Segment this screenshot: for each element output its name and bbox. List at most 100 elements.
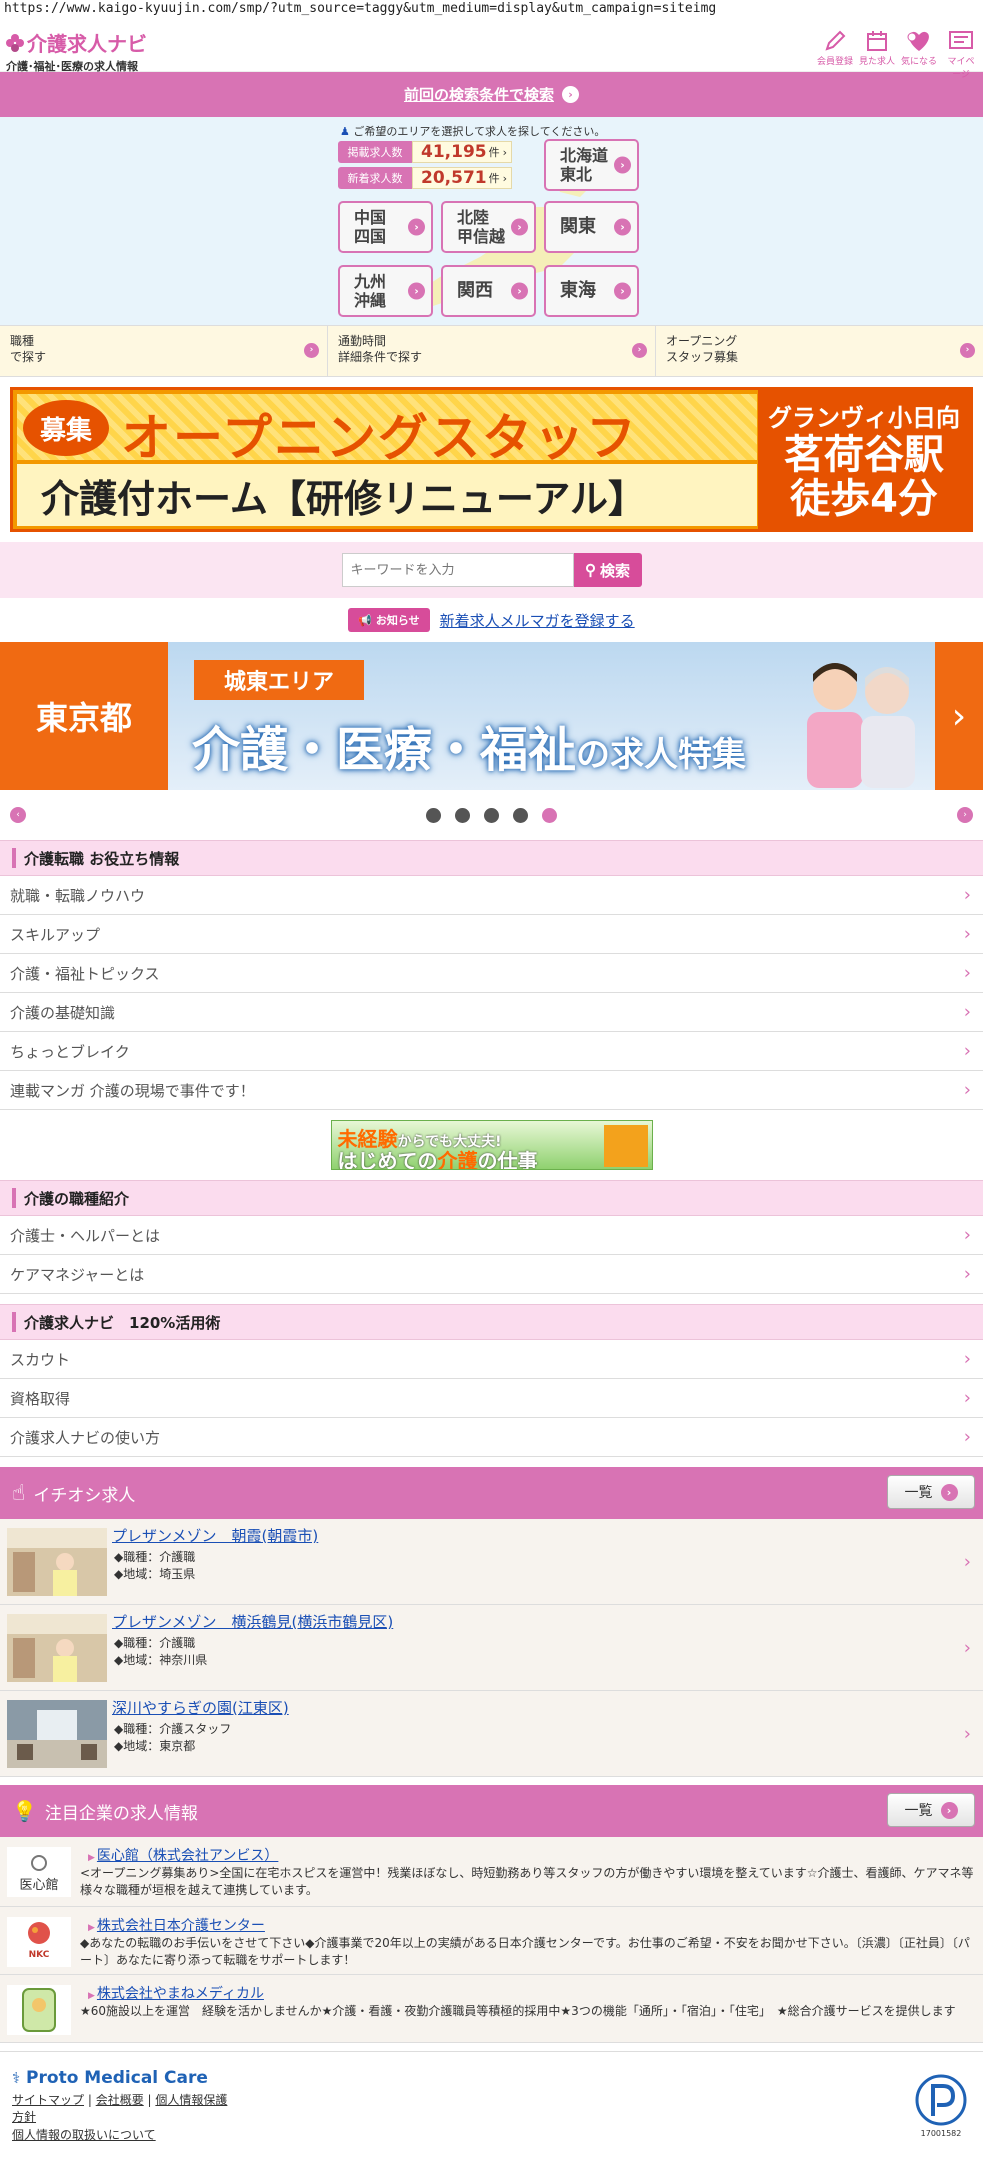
pointing-hand-icon: ☝: [12, 1480, 26, 1506]
arrow-right-icon: ›: [614, 218, 631, 236]
company-item[interactable]: NKC 株式会社日本介護センター ◆あなたの転職のお手伝いをさせて下さい◆介護事…: [0, 1907, 983, 1975]
new-jobs-value: 20,571: [421, 168, 487, 188]
companies-list-button[interactable]: 一覧 ›: [887, 1793, 975, 1827]
newsletter-link[interactable]: 新着求人メルマガを登録する: [440, 610, 635, 631]
register-label: 会員登録: [817, 57, 854, 67]
privacy-mark-icon: 17001582: [915, 2074, 967, 2138]
banner-title-suffix: の求人特集: [576, 735, 747, 775]
pmark-code: 17001582: [921, 2129, 962, 2138]
personal-info-link[interactable]: 個人情報の取扱いについて: [12, 2128, 156, 2142]
list-item[interactable]: 介護・福祉トピックス ›: [0, 954, 983, 993]
arrow-right-icon: ›: [304, 343, 319, 358]
footer-links: サイトマップ | 会社概要 | 個人情報保護 方針 個人情報の取扱いについて: [12, 2093, 228, 2142]
total-jobs-label: 掲載求人数: [338, 141, 412, 163]
site-logo[interactable]: 介護求人ナビ 介護･福祉･医療の求人情報: [6, 28, 147, 74]
carousel-dot[interactable]: [513, 807, 528, 823]
caregivers-photo: [807, 663, 915, 788]
arrow-right-icon: ›: [614, 156, 631, 174]
arrow-right-icon: ›: [940, 1483, 958, 1501]
carousel-dot[interactable]: [426, 807, 441, 823]
facility-photo: [7, 1528, 107, 1596]
chevron-right-icon: ›: [963, 1079, 971, 1101]
list-item-label: ちょっとブレイク: [10, 1042, 130, 1061]
company-info-link[interactable]: 会社概要: [96, 2093, 144, 2107]
company-item[interactable]: 株式会社やまねメディカル ★60施設以上を運営 経験を活かしませんか★介護・看護…: [0, 1975, 983, 2043]
company-name-link[interactable]: 株式会社やまねメディカル: [88, 1983, 975, 2003]
arrow-right-icon: ›: [562, 86, 579, 103]
register-button[interactable]: 会員登録: [817, 28, 853, 80]
region-label: 九州 沖縄: [354, 271, 387, 310]
job-title-link[interactable]: 深川やすらぎの園(江東区): [112, 1697, 289, 1718]
viewed-jobs-button[interactable]: 見た求人: [859, 28, 895, 80]
job-item[interactable]: プレザンメゾン 朝霞(朝霞市) ◆職種：介護職 ◆地域：埼玉県 ›: [0, 1519, 983, 1605]
previous-search-label: 前回の検索条件で検索: [403, 86, 554, 104]
search-button[interactable]: ⚲ 検索: [573, 553, 642, 587]
keyword-input[interactable]: [341, 553, 574, 587]
banner-next-arrow[interactable]: ›: [935, 642, 983, 790]
region-chugoku-shikoku[interactable]: 中国 四国 ›: [338, 201, 433, 253]
list-item[interactable]: 介護士・ヘルパーとは ›: [0, 1216, 983, 1255]
total-jobs-count: 掲載求人数 41,195 件 ›: [338, 141, 512, 163]
featured-companies-header: 💡 注目企業の求人情報 一覧 ›: [0, 1785, 983, 1837]
company-name-link[interactable]: 医心館（株式会社アンビス）: [88, 1845, 975, 1865]
map-hint: ♟ ご希望のエリアを選択して求人を探してください。: [340, 123, 605, 139]
carousel-prev-button[interactable]: ‹: [10, 807, 26, 823]
search-icon: ⚲: [584, 562, 596, 579]
search-by-job-type[interactable]: 職種 で探す ›: [0, 326, 328, 376]
favorites-button[interactable]: 気になる: [901, 28, 937, 80]
region-kansai[interactable]: 関西 ›: [441, 265, 536, 317]
list-item-label: 介護の基礎知識: [10, 1003, 116, 1022]
tokyo-feature-banner[interactable]: 東京都 城東エリア 介護・医療・福祉の求人特集 ›: [0, 642, 983, 790]
opening-staff-recruit[interactable]: オープニング スタッフ募集 ›: [656, 326, 983, 376]
arrow-right-icon: ›: [960, 343, 975, 358]
news-badge: 📢 お知らせ: [348, 608, 430, 632]
total-jobs-unit: 件: [488, 146, 500, 159]
privacy-policy-link[interactable]: 個人情報保護: [155, 2093, 227, 2107]
subnav-label: 通勤時間 詳細条件で探す: [338, 334, 423, 364]
region-kyushu-okinawa[interactable]: 九州 沖縄 ›: [338, 265, 433, 317]
carousel-dot[interactable]: [455, 807, 470, 823]
total-jobs-value: 41,195: [421, 142, 487, 162]
job-item[interactable]: プレザンメゾン 横浜鶴見(横浜市鶴見区) ◆職種：介護職 ◆地域：神奈川県 ›: [0, 1605, 983, 1691]
sub-navigation: 職種 で探す › 通勤時間 詳細条件で探す › オープニング スタッフ募集 ›: [0, 325, 983, 377]
list-item[interactable]: スカウト ›: [0, 1340, 983, 1379]
list-item[interactable]: 連載マンガ 介護の現場で事件です！ ›: [0, 1071, 983, 1110]
region-tokai[interactable]: 東海 ›: [544, 265, 639, 317]
sitemap-link[interactable]: サイトマップ: [12, 2093, 84, 2107]
arrow-right-icon: ›: [408, 218, 425, 236]
list-item[interactable]: スキルアップ ›: [0, 915, 983, 954]
company-item[interactable]: 医心館 医心館（株式会社アンビス） <オープニング募集あり>全国に在宅ホスピスを…: [0, 1837, 983, 1907]
job-title-link[interactable]: プレザンメゾン 朝霞(朝霞市): [112, 1525, 318, 1546]
list-item[interactable]: ケアマネジャーとは ›: [0, 1255, 983, 1294]
search-by-commute[interactable]: 通勤時間 詳細条件で探す ›: [328, 326, 656, 376]
list-item[interactable]: 介護求人ナビの使い方 ›: [0, 1418, 983, 1457]
pickup-jobs-header: ☝ イチオシ求人 一覧 ›: [0, 1467, 983, 1519]
list-item[interactable]: ちょっとブレイク ›: [0, 1032, 983, 1071]
job-title-link[interactable]: プレザンメゾン 横浜鶴見(横浜市鶴見区): [112, 1611, 393, 1632]
arrow-right-icon: ›: [511, 282, 528, 300]
url-bar[interactable]: https://www.kaigo-kyuujin.com/smp/?utm_s…: [0, 0, 983, 20]
companies-title: 注目企業の求人情報: [44, 1803, 198, 1824]
carousel-dot[interactable]: [484, 807, 499, 823]
job-meta: ◆職種：介護スタッフ ◆地域：東京都: [114, 1721, 231, 1755]
privacy-policy-link-cont[interactable]: 方針: [12, 2110, 36, 2124]
region-hokkaido-tohoku[interactable]: 北海道 東北 ›: [544, 139, 639, 191]
opening-staff-banner[interactable]: 募集 オープニングスタッフ 介護付ホーム【研修リニューアル】 グランヴィ小日向 …: [10, 387, 973, 532]
job-item[interactable]: 深川やすらぎの園(江東区) ◆職種：介護スタッフ ◆地域：東京都 ›: [0, 1691, 983, 1777]
job-type: ◆職種：介護スタッフ: [114, 1722, 232, 1736]
mypage-button[interactable]: マイページ: [943, 28, 979, 80]
chevron-right-icon: ›: [963, 1040, 971, 1062]
pickup-list-button[interactable]: 一覧 ›: [887, 1475, 975, 1509]
list-item-label: 介護士・ヘルパーとは: [10, 1226, 161, 1245]
beginner-banner[interactable]: 未経験からでも大丈夫! はじめての介護の仕事: [330, 1120, 653, 1170]
list-item[interactable]: 就職・転職ノウハウ ›: [0, 876, 983, 915]
carousel-dot-active[interactable]: [542, 807, 557, 823]
region-kanto[interactable]: 関東 ›: [544, 201, 639, 253]
chevron-right-icon: ›: [963, 1426, 971, 1448]
region-hokuriku-koshinetsu[interactable]: 北陸 甲信越 ›: [441, 201, 536, 253]
carousel-next-button[interactable]: ›: [957, 807, 973, 823]
list-item[interactable]: 資格取得 ›: [0, 1379, 983, 1418]
region-label: 北陸 甲信越: [457, 207, 506, 246]
company-name-link[interactable]: 株式会社日本介護センター: [88, 1915, 975, 1935]
list-item[interactable]: 介護の基礎知識 ›: [0, 993, 983, 1032]
